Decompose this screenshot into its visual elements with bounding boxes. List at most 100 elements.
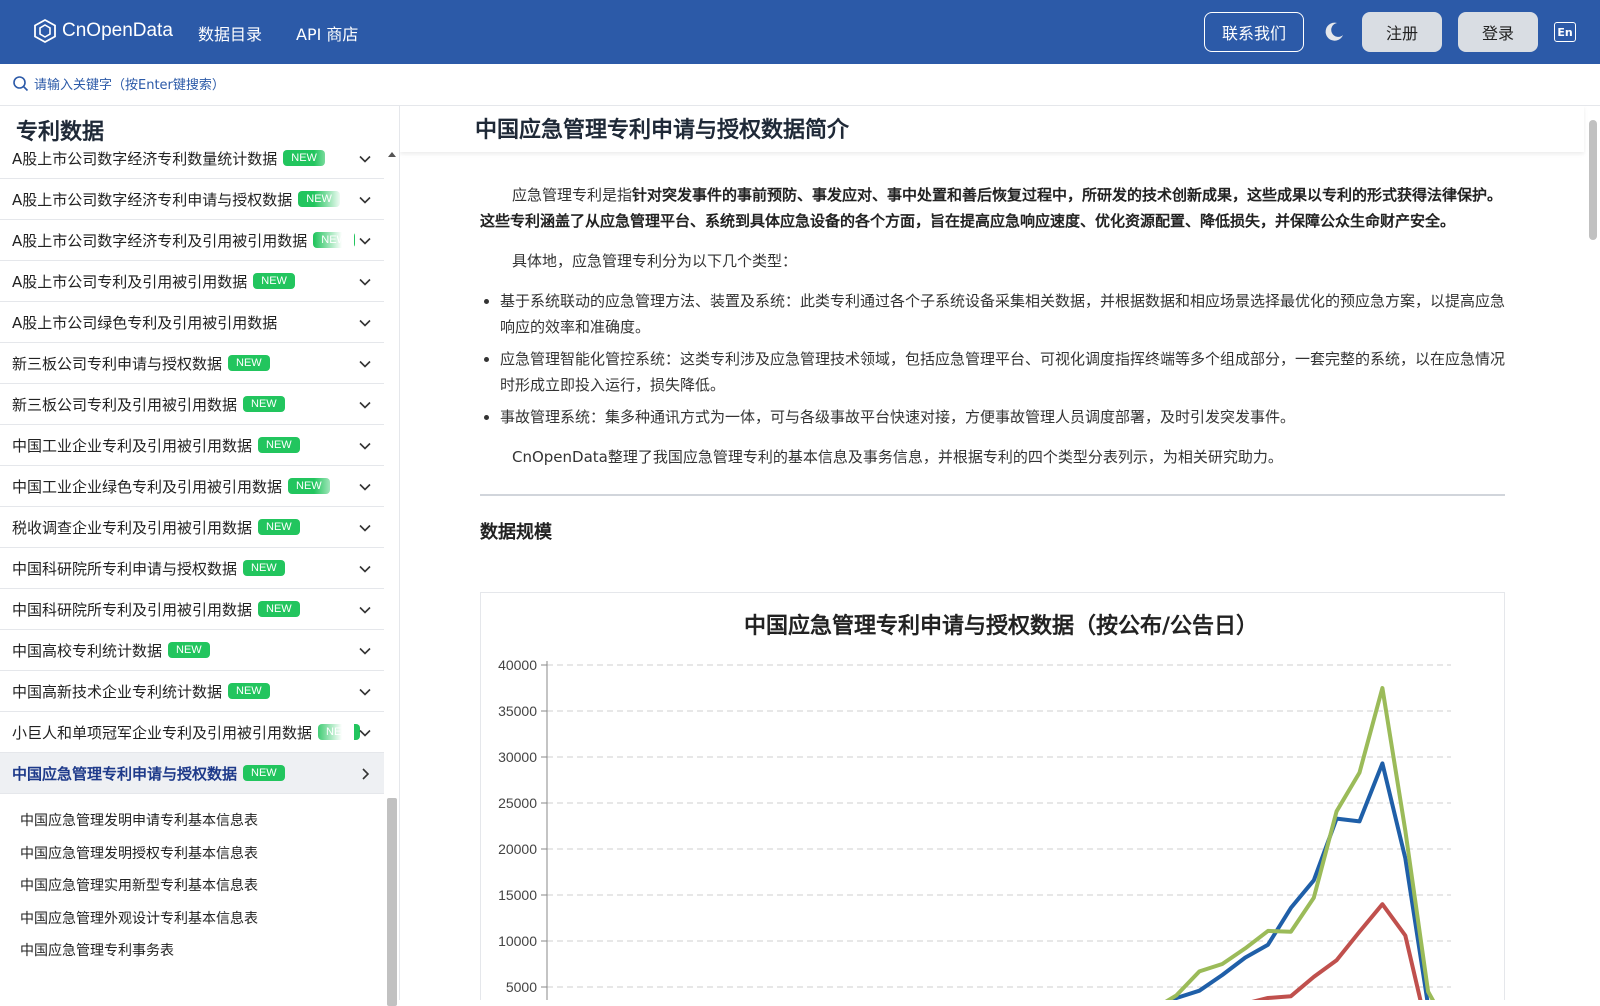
divider xyxy=(480,494,1505,496)
search-input[interactable] xyxy=(34,73,634,97)
y-tick-label: 25000 xyxy=(498,795,537,811)
sidebar-item[interactable]: 中国工业企业专利及引用被引用数据 NEW xyxy=(0,425,384,466)
search-icon xyxy=(13,76,29,92)
chevron-down-icon[interactable] xyxy=(358,439,372,453)
sidebar-item[interactable]: 中国科研院所专利申请与授权数据 NEW xyxy=(0,548,384,589)
dark-mode-moon-icon[interactable] xyxy=(1322,20,1346,44)
y-tick-label: 40000 xyxy=(498,657,537,673)
sidebar-item-label: A股上市公司数字经济专利数量统计数据 xyxy=(12,149,278,168)
chevron-down-icon[interactable] xyxy=(358,234,372,248)
label-fade xyxy=(314,148,354,178)
chevron-down-icon[interactable] xyxy=(358,357,372,371)
sidebar-item-label: 中国高新技术企业专利统计数据 xyxy=(12,682,223,701)
main-scrollbar[interactable] xyxy=(1584,106,1600,1000)
sidebar: 专利数据 A股上市公司数字经济专利数量统计数据 NEW A股上市公司数字经济专利申请… xyxy=(0,106,400,1006)
new-badge: NEW xyxy=(253,273,295,289)
sidebar-item-label: 中国工业企业绿色专利及引用被引用数据 xyxy=(12,477,283,496)
login-button[interactable]: 登录 xyxy=(1458,12,1538,52)
sidebar-sub-item[interactable]: 中国应急管理专利事务表 xyxy=(20,940,174,960)
sidebar-item-label: 中国应急管理专利申请与授权数据 xyxy=(12,764,238,783)
sidebar-item-label: 中国工业企业专利及引用被引用数据 xyxy=(12,436,253,455)
sidebar-item[interactable]: 中国高校专利统计数据 NEW xyxy=(0,630,384,671)
chevron-down-icon[interactable] xyxy=(358,193,372,207)
chevron-down-icon[interactable] xyxy=(358,685,372,699)
page-title: 中国应急管理专利申请与授权数据简介 xyxy=(475,118,850,143)
sidebar-item[interactable]: 新三板公司专利申请与授权数据 NEW xyxy=(0,343,384,384)
chevron-down-icon[interactable] xyxy=(358,521,372,535)
sidebar-item-label: A股上市公司数字经济专利及引用被引用数据 xyxy=(12,231,308,250)
chevron-down-icon[interactable] xyxy=(358,316,372,330)
chart-title: 中国应急管理专利申请与授权数据（按公布/公告日） xyxy=(744,613,1258,639)
article: 应急管理专利是指针对突发事件的事前预防、事发应对、事中处置和善后恢复过程中，所研… xyxy=(480,182,1505,546)
sidebar-item-label: 中国科研院所专利申请与授权数据 xyxy=(12,559,238,578)
label-fade xyxy=(314,507,354,547)
label-fade xyxy=(314,630,354,670)
sidebar-item[interactable]: A股上市公司数字经济专利及引用被引用数据NEW xyxy=(0,220,384,261)
list-item: 事故管理系统：集多种通讯方式为一体，可与各级事故平台快速对接，方便事故管理人员调… xyxy=(500,404,1505,430)
chevron-down-icon[interactable] xyxy=(358,275,372,289)
new-badge: NEW xyxy=(243,396,285,412)
new-badge: NEW xyxy=(243,765,285,781)
search-bar xyxy=(0,64,1600,106)
chart-container: 中国应急管理专利申请与授权数据（按公布/公告日） 5000 10000 15000 20… xyxy=(480,592,1505,1000)
label-fade xyxy=(314,384,354,424)
list-item: 应急管理智能化管控系统：这类专利涉及应急管理技术领域，包括应急管理平台、可视化调… xyxy=(500,346,1505,398)
type-list: 基于系统联动的应急管理方法、装置及系统：此类专利通过各个子系统设备采集相关数据，… xyxy=(480,288,1505,430)
sidebar-item[interactable]: 新三板公司专利及引用被引用数据 NEW xyxy=(0,384,384,425)
sidebar-item-label: 中国科研院所专利及引用被引用数据 xyxy=(12,600,253,619)
new-badge: NEW xyxy=(228,683,270,699)
sidebar-sub-item[interactable]: 中国应急管理发明授权专利基本信息表 xyxy=(20,843,258,863)
list-item: 基于系统联动的应急管理方法、装置及系统：此类专利通过各个子系统设备采集相关数据，… xyxy=(500,288,1505,340)
chevron-down-icon[interactable] xyxy=(358,480,372,494)
top-navbar: CnOpenData 数据目录 API 商店 联系我们 注册 登录 En xyxy=(0,0,1600,64)
sidebar-item-label: A股上市公司绿色专利及引用被引用数据 xyxy=(12,313,278,332)
language-switch-icon[interactable]: En xyxy=(1554,22,1576,42)
chevron-down-icon[interactable] xyxy=(358,152,372,166)
sidebar-item[interactable]: A股上市公司绿色专利及引用被引用数据 xyxy=(0,302,384,343)
chevron-right-icon[interactable] xyxy=(358,767,372,781)
logo[interactable]: CnOpenData xyxy=(32,18,173,44)
sidebar-title: 专利数据 xyxy=(16,120,105,145)
new-badge: NEW xyxy=(258,601,300,617)
sidebar-item[interactable]: A股上市公司数字经济专利数量统计数据 NEW xyxy=(0,148,384,179)
intro-lead: 应急管理专利是指 xyxy=(512,186,633,204)
sidebar-item[interactable]: 中国科研院所专利及引用被引用数据 NEW xyxy=(0,589,384,630)
label-fade xyxy=(314,302,354,342)
sidebar-sub-item[interactable]: 中国应急管理实用新型专利基本信息表 xyxy=(20,875,258,895)
intro-paragraph: 应急管理专利是指针对突发事件的事前预防、事发应对、事中处置和善后恢复过程中，所研… xyxy=(480,182,1505,234)
register-button[interactable]: 注册 xyxy=(1362,12,1442,52)
sidebar-item[interactable]: A股上市公司专利及引用被引用数据 NEW xyxy=(0,261,384,302)
new-badge: NEW xyxy=(168,642,210,658)
sidebar-item[interactable]: 税收调查企业专利及引用被引用数据 NEW xyxy=(0,507,384,548)
sidebar-item[interactable]: A股上市公司数字经济专利申请与授权数据NEW xyxy=(0,179,384,220)
logo-text: CnOpenData xyxy=(62,20,173,41)
main-scroll-thumb[interactable] xyxy=(1589,120,1597,240)
sidebar-item[interactable]: 中国应急管理专利申请与授权数据 NEW xyxy=(0,753,384,794)
sidebar-scroll-thumb[interactable] xyxy=(387,798,397,1006)
chevron-down-icon[interactable] xyxy=(358,562,372,576)
sidebar-sub-item[interactable]: 中国应急管理发明申请专利基本信息表 xyxy=(20,810,258,830)
contact-us-button[interactable]: 联系我们 xyxy=(1204,12,1304,52)
label-fade xyxy=(314,220,354,260)
label-fade xyxy=(314,548,354,588)
chevron-down-icon[interactable] xyxy=(358,644,372,658)
sidebar-item[interactable]: 中国工业企业绿色专利及引用被引用数据 NEW xyxy=(0,466,384,507)
sidebar-item-label: 中国高校专利统计数据 xyxy=(12,641,163,660)
y-tick-label: 20000 xyxy=(498,841,537,857)
series-line-2 xyxy=(1251,902,1423,1000)
sidebar-item-label: 新三板公司专利申请与授权数据 xyxy=(12,354,223,373)
nav-data-catalog[interactable]: 数据目录 xyxy=(198,21,262,45)
sidebar-item[interactable]: 小巨人和单项冠军企业专利及引用被引用数据NEW xyxy=(0,712,384,753)
nav-api-store[interactable]: API 商店 xyxy=(296,21,358,45)
sidebar-item-label: 新三板公司专利及引用被引用数据 xyxy=(12,395,238,414)
sidebar-item[interactable]: 中国高新技术企业专利统计数据 NEW xyxy=(0,671,384,712)
chevron-down-icon[interactable] xyxy=(358,398,372,412)
sidebar-item-label: A股上市公司数字经济专利申请与授权数据 xyxy=(12,190,293,209)
chevron-down-icon[interactable] xyxy=(358,603,372,617)
label-fade xyxy=(314,466,354,506)
hexagon-logo-icon xyxy=(34,18,56,44)
y-tick-label: 15000 xyxy=(498,887,537,903)
sidebar-sub-item[interactable]: 中国应急管理外观设计专利基本信息表 xyxy=(20,908,258,928)
intro-bold-text: 针对突发事件的事前预防、事发应对、事中处置和善后恢复过程中，所研发的技术创新成果… xyxy=(480,186,1503,230)
chevron-down-icon[interactable] xyxy=(358,726,372,740)
